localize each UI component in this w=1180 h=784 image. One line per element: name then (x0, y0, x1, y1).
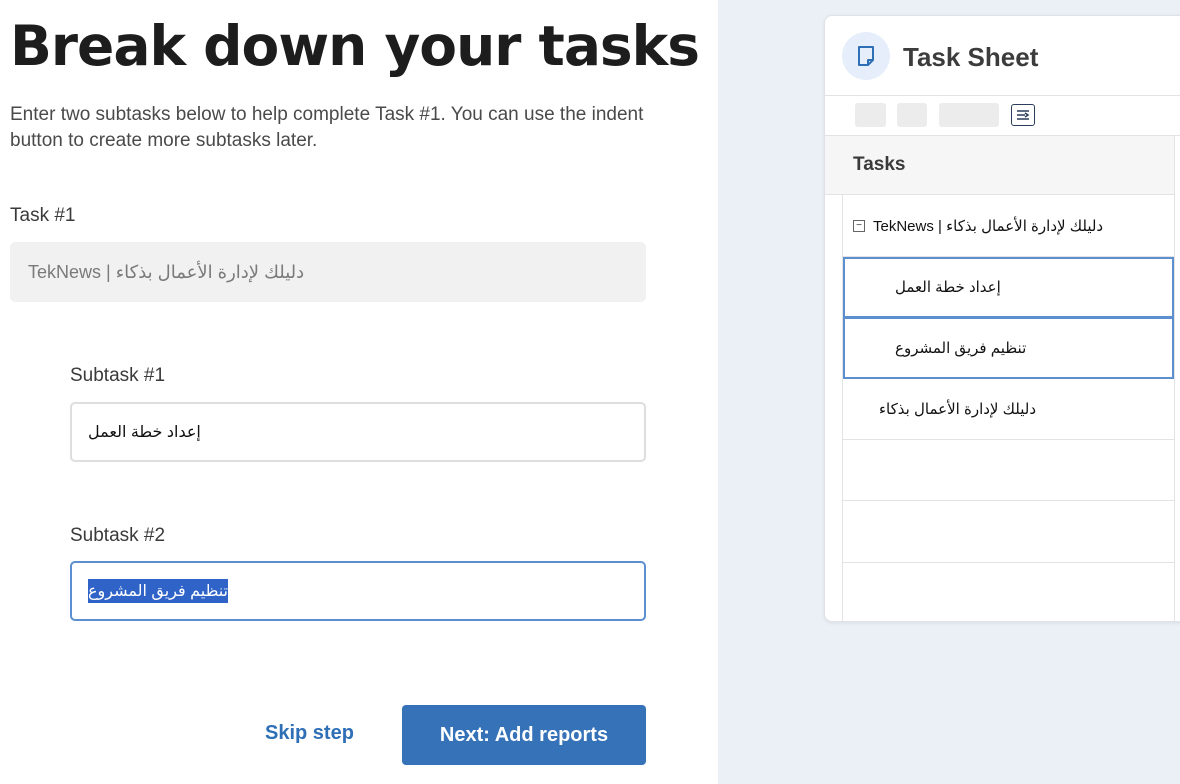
preview-panel: Task Sheet Tasks − دليلك لإدارة الأعمال … (718, 0, 1180, 784)
subtask1-input[interactable]: إعداد خطة العمل (70, 402, 646, 462)
sheet-title: Task Sheet (903, 42, 1039, 72)
collapse-icon[interactable]: − (853, 219, 865, 232)
toolbar-button[interactable] (855, 103, 886, 127)
sheet-row[interactable] (843, 563, 1174, 621)
page-title: Break down your tasks (10, 14, 700, 78)
sheet-row[interactable] (843, 440, 1174, 501)
sheet-toolbar (825, 96, 1180, 136)
skip-step-link[interactable]: Skip step (265, 722, 354, 745)
sheet-header: Task Sheet (825, 16, 1180, 96)
sheet-row-text: إعداد خطة العمل (895, 279, 1001, 296)
subtask2-label: Subtask #2 (70, 525, 166, 546)
task1-value: دليلك لإدارة الأعمال بذكاء | TekNews (28, 261, 305, 282)
form-panel: Break down your tasks Enter two subtasks… (0, 0, 718, 784)
toolbar-button[interactable] (897, 103, 927, 127)
indent-icon[interactable] (1011, 104, 1035, 126)
task1-field: دليلك لإدارة الأعمال بذكاء | TekNews (10, 242, 646, 302)
sheet-row-text: دليلك لإدارة الأعمال بذكاء (879, 401, 1037, 418)
sheet-row[interactable]: دليلك لإدارة الأعمال بذكاء (843, 379, 1174, 440)
column-header-label: Tasks (853, 154, 906, 175)
row-gutter (825, 136, 843, 621)
column-header-tasks[interactable]: Tasks (825, 136, 1174, 195)
subtask2-input[interactable]: تنظيم فريق المشروع (70, 561, 646, 621)
task1-label: Task #1 (10, 205, 76, 226)
sheet-row[interactable]: − دليلك لإدارة الأعمال بذكاء | TekNews (843, 195, 1174, 257)
subtask1-label: Subtask #1 (70, 365, 166, 386)
task-sheet: Task Sheet Tasks − دليلك لإدارة الأعمال … (824, 15, 1180, 622)
subtask2-value: تنظيم فريق المشروع (88, 579, 228, 603)
sheet-row[interactable]: إعداد خطة العمل (843, 257, 1174, 318)
subtask1-value: إعداد خطة العمل (88, 424, 201, 441)
next-add-reports-button[interactable]: Next: Add reports (402, 705, 646, 765)
toolbar-button[interactable] (939, 103, 999, 127)
sheet-row[interactable] (843, 501, 1174, 563)
sheet-row[interactable]: تنظيم فريق المشروع (843, 317, 1174, 379)
column-divider (1174, 136, 1175, 621)
document-icon (842, 32, 890, 80)
sheet-row-text: دليلك لإدارة الأعمال بذكاء | TekNews (873, 217, 1104, 235)
intro-text: Enter two subtasks below to help complet… (10, 104, 644, 151)
sheet-row-text: تنظيم فريق المشروع (895, 339, 1027, 357)
